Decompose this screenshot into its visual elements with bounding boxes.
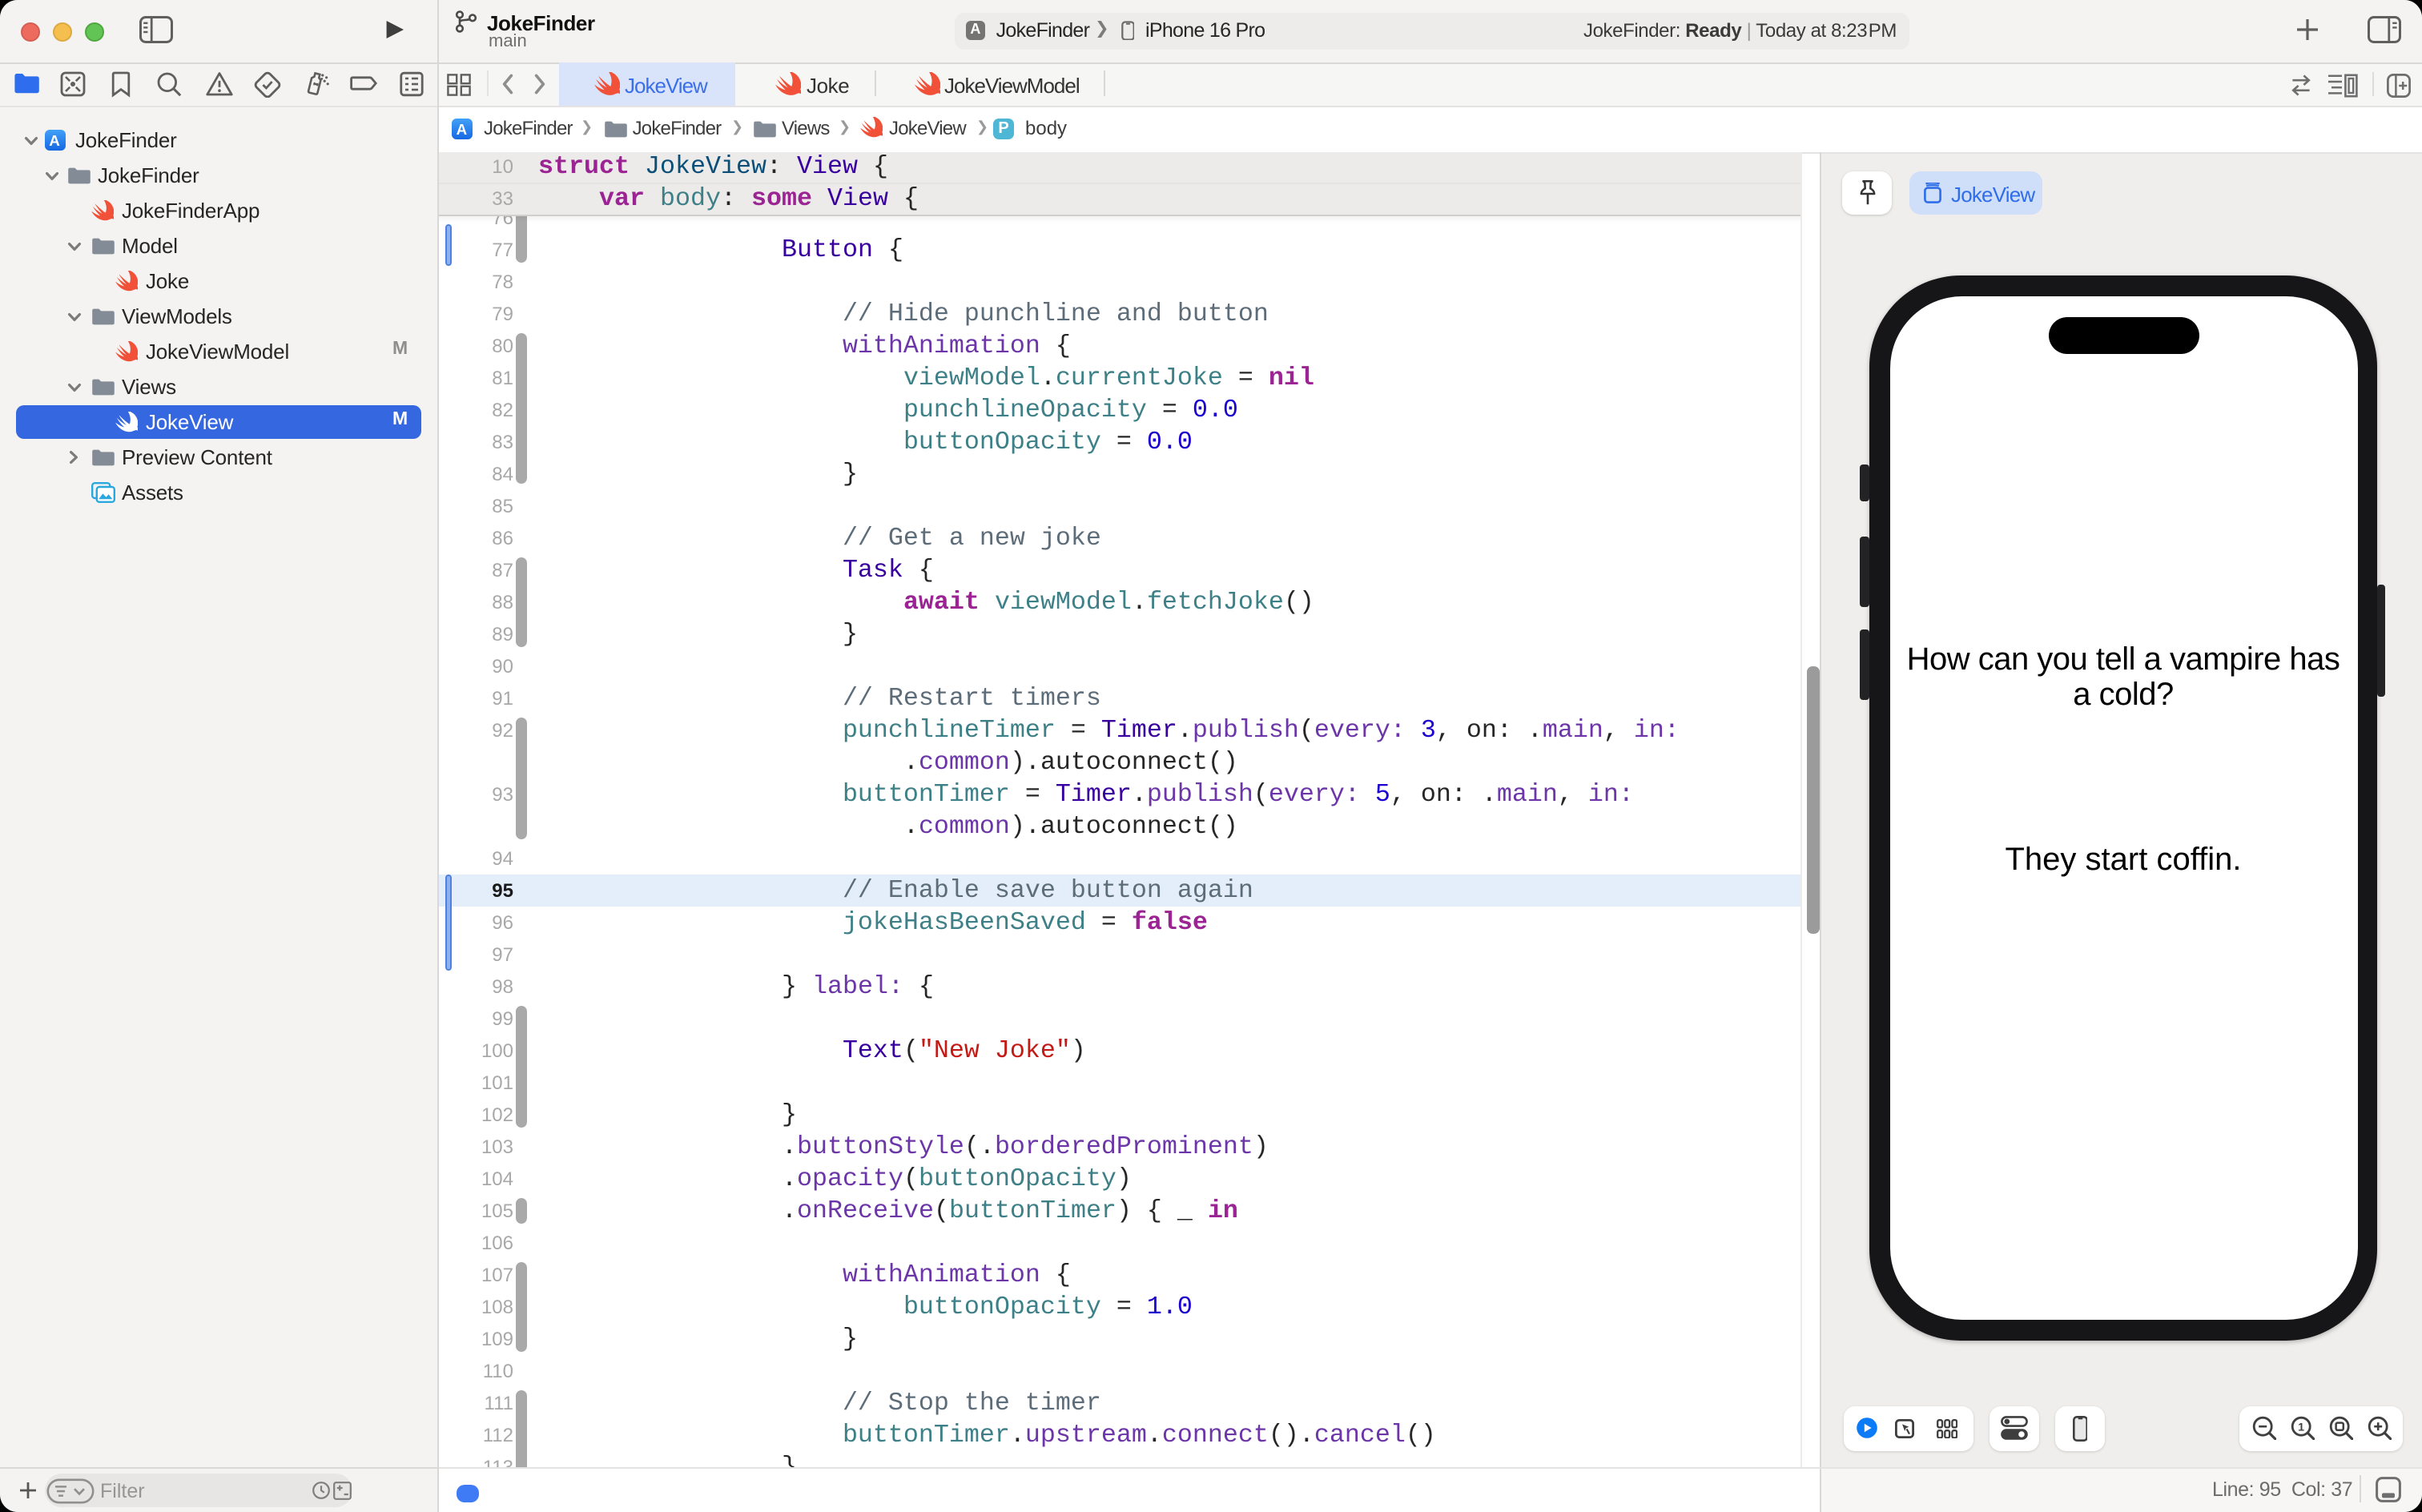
svg-text:1: 1 xyxy=(2297,1420,2303,1433)
